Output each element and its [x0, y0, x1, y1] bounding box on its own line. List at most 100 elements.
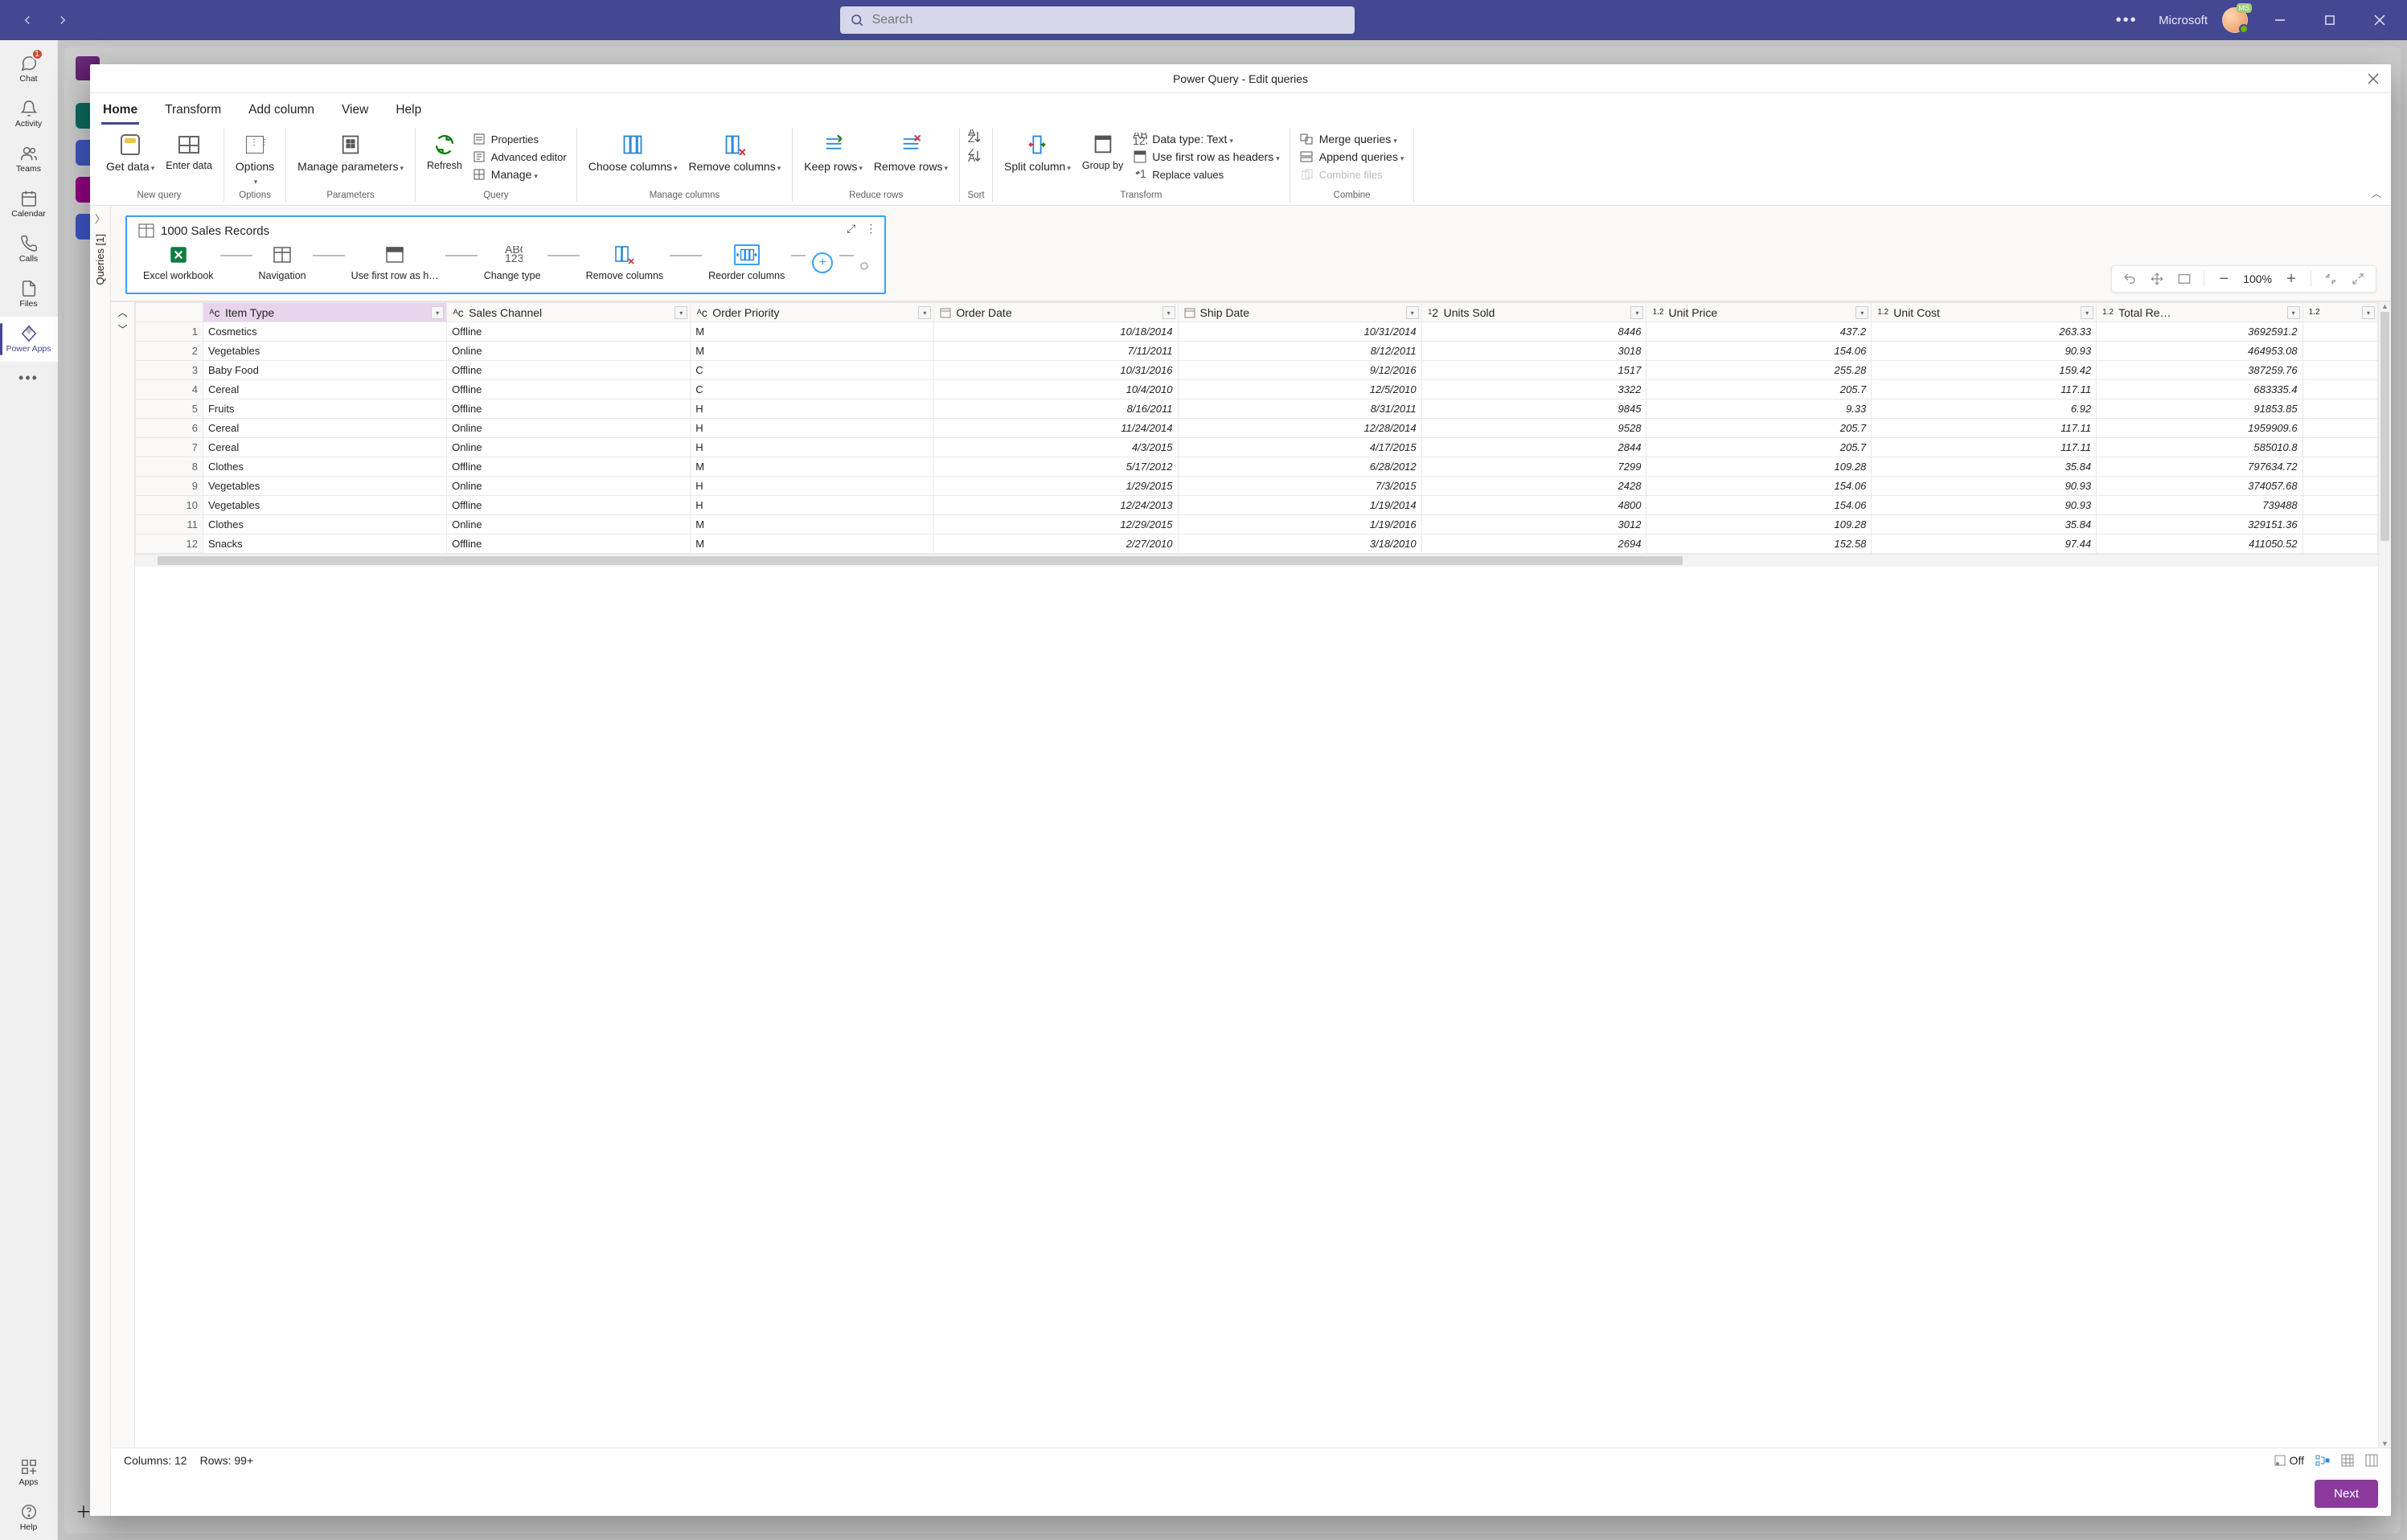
search-box[interactable]	[840, 6, 1355, 34]
rail-item-power-apps[interactable]: Power Apps	[0, 317, 58, 362]
collapse-diagram-button[interactable]: ⤢	[847, 222, 855, 236]
expand-down-button[interactable]: ﹀	[117, 322, 127, 336]
keep-rows-button[interactable]: Keep rows	[799, 129, 867, 175]
column-filter-button[interactable]: ▾	[2081, 306, 2093, 319]
column-filter-button[interactable]: ▾	[1162, 306, 1175, 319]
column-header[interactable]: AcOrder Priority▾	[691, 303, 934, 322]
fit-button[interactable]	[2176, 271, 2192, 287]
column-header[interactable]: Ship Date▾	[1178, 303, 1421, 322]
rail-item-calendar[interactable]: Calendar	[0, 182, 58, 227]
column-header[interactable]: AcItem Type▾	[203, 303, 446, 322]
table-row[interactable]: 6CerealOnlineH11/24/201412/28/2014952820…	[136, 419, 2378, 438]
column-header[interactable]: 1.2Unit Price▾	[1646, 303, 1872, 322]
rail-item-calls[interactable]: Calls	[0, 227, 58, 272]
rail-item-teams[interactable]: Teams	[0, 137, 58, 182]
advanced-editor-button[interactable]: Advanced editor	[469, 149, 570, 165]
sort-desc-button[interactable]: ZA	[966, 149, 986, 163]
choose-columns-button[interactable]: Choose columns	[584, 129, 683, 175]
diagram-step[interactable]: Remove columns	[581, 244, 669, 281]
append-queries-button[interactable]: Append queries	[1297, 149, 1408, 165]
table-row[interactable]: 11ClothesOnlineM12/29/20151/19/201630121…	[136, 515, 2378, 534]
enter-data-button[interactable]: Enter data	[161, 129, 217, 174]
zoom-out-button[interactable]: −	[2216, 271, 2232, 287]
nav-forward-button[interactable]	[47, 4, 79, 36]
manage-parameters-button[interactable]: Manage parameters	[293, 129, 408, 175]
diagram-step[interactable]: ABC123Change type	[479, 244, 546, 281]
get-data-button[interactable]: Get data	[101, 129, 159, 175]
column-header[interactable]: 1.2Total Re…▾	[2097, 303, 2303, 322]
table-row[interactable]: 8ClothesOfflineM5/17/20126/28/2012729910…	[136, 457, 2378, 477]
close-window-button[interactable]	[2362, 2, 2397, 38]
grid-view-button[interactable]	[2341, 1454, 2354, 1467]
column-filter-button[interactable]: ▾	[675, 306, 687, 319]
undo-button[interactable]	[2122, 271, 2138, 287]
options-button[interactable]: Options	[231, 129, 279, 189]
column-header[interactable]: Order Date▾	[934, 303, 1178, 322]
column-filter-button[interactable]: ▾	[2287, 306, 2300, 319]
table-row[interactable]: 9VegetablesOnlineH1/29/20157/3/201524281…	[136, 477, 2378, 496]
column-filter-button[interactable]: ▾	[1630, 306, 1643, 319]
table-row[interactable]: 7CerealOnlineH4/3/20154/17/20152844205.7…	[136, 438, 2378, 457]
first-row-headers-button[interactable]: Use first row as headers	[1130, 149, 1282, 165]
minimize-button[interactable]	[2262, 2, 2298, 38]
pan-button[interactable]	[2149, 271, 2165, 287]
nav-back-button[interactable]	[11, 4, 43, 36]
column-header[interactable]: AcSales Channel▾	[447, 303, 691, 322]
column-header[interactable]: 12Units Sold▾	[1421, 303, 1646, 322]
more-button[interactable]: •••	[2109, 2, 2144, 38]
column-view-button[interactable]	[2365, 1454, 2378, 1467]
rail-item-files[interactable]: Files	[0, 272, 58, 317]
maximize-button[interactable]	[2312, 2, 2348, 38]
properties-button[interactable]: Properties	[469, 131, 570, 147]
dialog-close-button[interactable]	[2365, 71, 2381, 87]
replace-values-button[interactable]: 1→2Replace values	[1130, 166, 1282, 182]
ribbon-tab-help[interactable]: Help	[394, 98, 423, 125]
column-header[interactable]: 1.2▾	[2302, 303, 2377, 322]
group-by-button[interactable]: Group by	[1077, 129, 1128, 174]
rail-apps[interactable]: Apps	[0, 1450, 58, 1495]
table-row[interactable]: 5FruitsOfflineH8/16/20118/31/201198459.3…	[136, 399, 2378, 419]
table-row[interactable]: 12SnacksOfflineM2/27/20103/18/2010269415…	[136, 534, 2378, 554]
add-step-button[interactable]: +	[812, 252, 833, 273]
diagram-step[interactable]: Reorder columns	[703, 244, 789, 281]
queries-pane-toggle[interactable]: 〉 Queries [1]	[90, 206, 111, 1516]
column-header[interactable]: 1.2Unit Cost▾	[1872, 303, 2097, 322]
vertical-scrollbar[interactable]: ▲▼	[2378, 302, 2391, 1448]
sort-asc-button[interactable]: AZ	[966, 129, 986, 144]
next-button[interactable]: Next	[2315, 1480, 2378, 1508]
rail-item-activity[interactable]: Activity	[0, 92, 58, 137]
table-row[interactable]: 4CerealOfflineC10/4/201012/5/20103322205…	[136, 380, 2378, 399]
table-row[interactable]: 1CosmeticsOfflineM10/18/201410/31/201484…	[136, 322, 2378, 342]
column-filter-button[interactable]: ▾	[2362, 306, 2375, 319]
column-filter-button[interactable]: ▾	[431, 306, 444, 319]
column-filter-button[interactable]: ▾	[1406, 306, 1419, 319]
manage-query-button[interactable]: Manage	[469, 166, 570, 182]
search-input[interactable]	[871, 12, 1345, 28]
ribbon-tab-home[interactable]: Home	[101, 98, 139, 125]
remove-columns-button[interactable]: Remove columns	[684, 129, 786, 175]
table-row[interactable]: 10VegetablesOfflineH12/24/20131/19/20144…	[136, 496, 2378, 515]
expand-up-button[interactable]: ︿	[117, 305, 127, 319]
remove-rows-button[interactable]: Remove rows	[869, 129, 953, 175]
diagram-step[interactable]: Excel workbook	[138, 244, 219, 281]
query-diagram[interactable]: 1000 Sales Records ⤢ ⋮ Excel workbookNav…	[125, 215, 886, 294]
ribbon-tab-view[interactable]: View	[340, 98, 370, 125]
user-avatar[interactable]: MS	[2222, 7, 2248, 33]
rail-help[interactable]: Help	[0, 1495, 58, 1540]
merge-queries-button[interactable]: Merge queries	[1297, 131, 1408, 147]
diagram-step[interactable]: Use first row as h…	[346, 244, 444, 281]
column-filter-button[interactable]: ▾	[1855, 306, 1868, 319]
mini-collapse-button[interactable]	[2323, 271, 2339, 287]
table-row[interactable]: 3Baby FoodOfflineC10/31/20169/12/2016151…	[136, 361, 2378, 380]
column-filter-button[interactable]: ▾	[918, 306, 931, 319]
zoom-in-button[interactable]: +	[2283, 271, 2299, 287]
rail-item-chat[interactable]: Chat1	[0, 47, 58, 92]
split-column-button[interactable]: Split column	[999, 129, 1076, 175]
rail-more-button[interactable]: •••	[0, 362, 58, 394]
refresh-button[interactable]: Refresh	[422, 129, 467, 174]
ribbon-tab-transform[interactable]: Transform	[163, 98, 223, 125]
horizontal-scrollbar[interactable]	[135, 554, 2378, 567]
data-type-button[interactable]: ABC123Data type: Text	[1130, 131, 1282, 147]
table-row[interactable]: 2VegetablesOnlineM7/11/20118/12/20113018…	[136, 342, 2378, 361]
auto-refresh-toggle[interactable]: Off	[2274, 1454, 2304, 1467]
